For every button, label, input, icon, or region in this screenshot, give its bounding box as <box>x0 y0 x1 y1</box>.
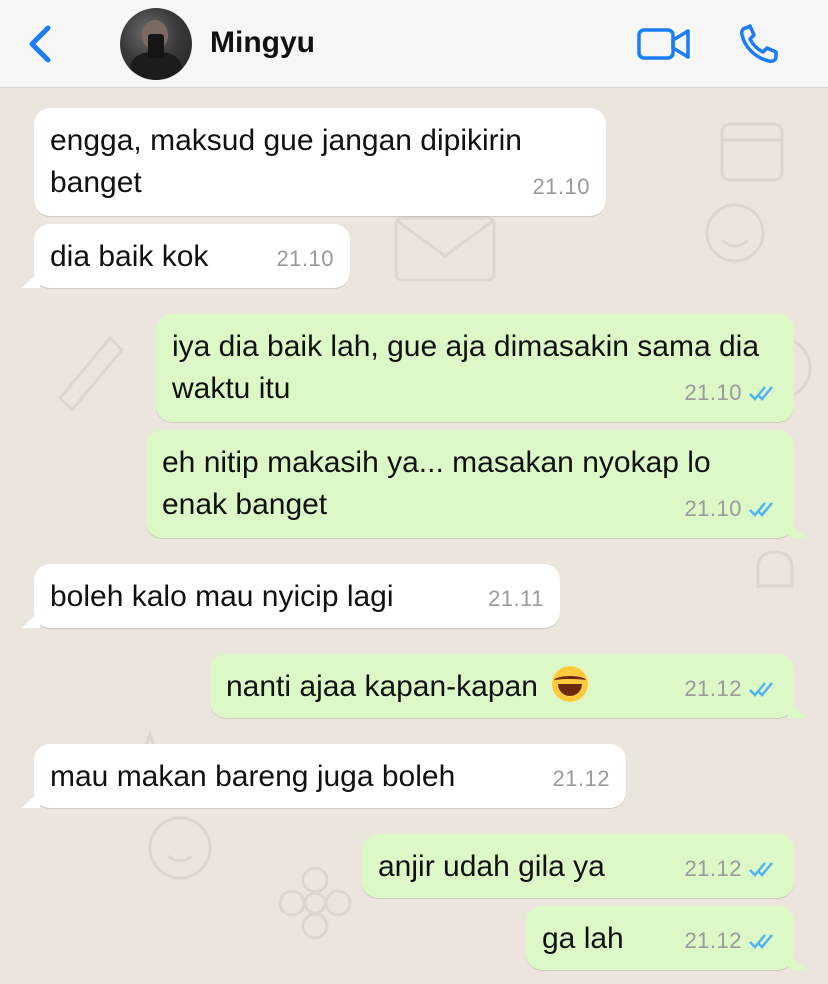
message-incoming[interactable]: engga, maksud gue jangan dipikirin bange… <box>34 108 606 216</box>
wallpaper-calendar-icon <box>720 122 784 182</box>
message-outgoing[interactable]: anjir udah gila ya 21.12 <box>362 834 794 898</box>
message-time: 21.11 <box>488 586 544 611</box>
message-outgoing[interactable]: nanti ajaa kapan-kapan 21.12 <box>210 654 806 718</box>
message-text: engga, maksud gue jangan dipikirin bange… <box>50 124 522 199</box>
face-with-tears-of-joy-icon <box>552 666 589 702</box>
message-time: 21.12 <box>684 668 778 710</box>
back-button[interactable] <box>22 22 58 66</box>
avatar[interactable] <box>120 8 192 80</box>
read-receipt-icon <box>749 386 773 401</box>
wallpaper-pencil-icon <box>57 335 125 413</box>
wallpaper-bell-icon <box>756 550 794 588</box>
message-time: 21.12 <box>684 920 778 962</box>
video-call-button[interactable] <box>636 22 692 66</box>
chevron-left-icon <box>29 25 51 63</box>
message-incoming[interactable]: dia baik kok 21.10 <box>22 224 350 288</box>
message-time: 21.10 <box>684 488 778 530</box>
message-time: 21.12 <box>684 848 778 890</box>
message-time: 21.10 <box>684 372 778 414</box>
read-receipt-icon <box>749 862 773 877</box>
wallpaper-smiley-icon <box>705 203 765 263</box>
message-outgoing[interactable]: eh nitip makasih ya... masakan nyokap lo… <box>146 430 806 538</box>
message-outgoing[interactable]: ga lah 21.12 <box>526 906 806 970</box>
read-receipt-icon <box>749 934 773 949</box>
phone-icon <box>740 24 778 63</box>
wallpaper-envelope-icon <box>394 216 496 282</box>
video-camera-icon <box>637 28 690 60</box>
voice-call-button[interactable] <box>736 22 784 66</box>
message-incoming[interactable]: boleh kalo mau nyicip lagi 21.11 <box>22 564 560 628</box>
chat-header: Mingyu <box>0 0 828 88</box>
chat-area[interactable]: engga, maksud gue jangan dipikirin bange… <box>0 88 828 984</box>
message-outgoing[interactable]: iya dia baik lah, gue aja dimasakin sama… <box>156 314 794 422</box>
message-text: boleh kalo mau nyicip lagi <box>50 580 394 613</box>
message-time: 21.10 <box>532 174 590 199</box>
message-time: 21.12 <box>552 766 610 791</box>
contact-name[interactable]: Mingyu <box>210 26 315 60</box>
message-text: mau makan bareng juga boleh <box>50 760 456 793</box>
message-incoming[interactable]: mau makan bareng juga boleh 21.12 <box>22 744 626 808</box>
wallpaper-flower-icon <box>278 866 352 940</box>
read-receipt-icon <box>749 502 773 517</box>
read-receipt-icon <box>749 682 773 697</box>
wallpaper-astronaut-icon <box>148 816 212 880</box>
message-time: 21.10 <box>276 246 334 271</box>
